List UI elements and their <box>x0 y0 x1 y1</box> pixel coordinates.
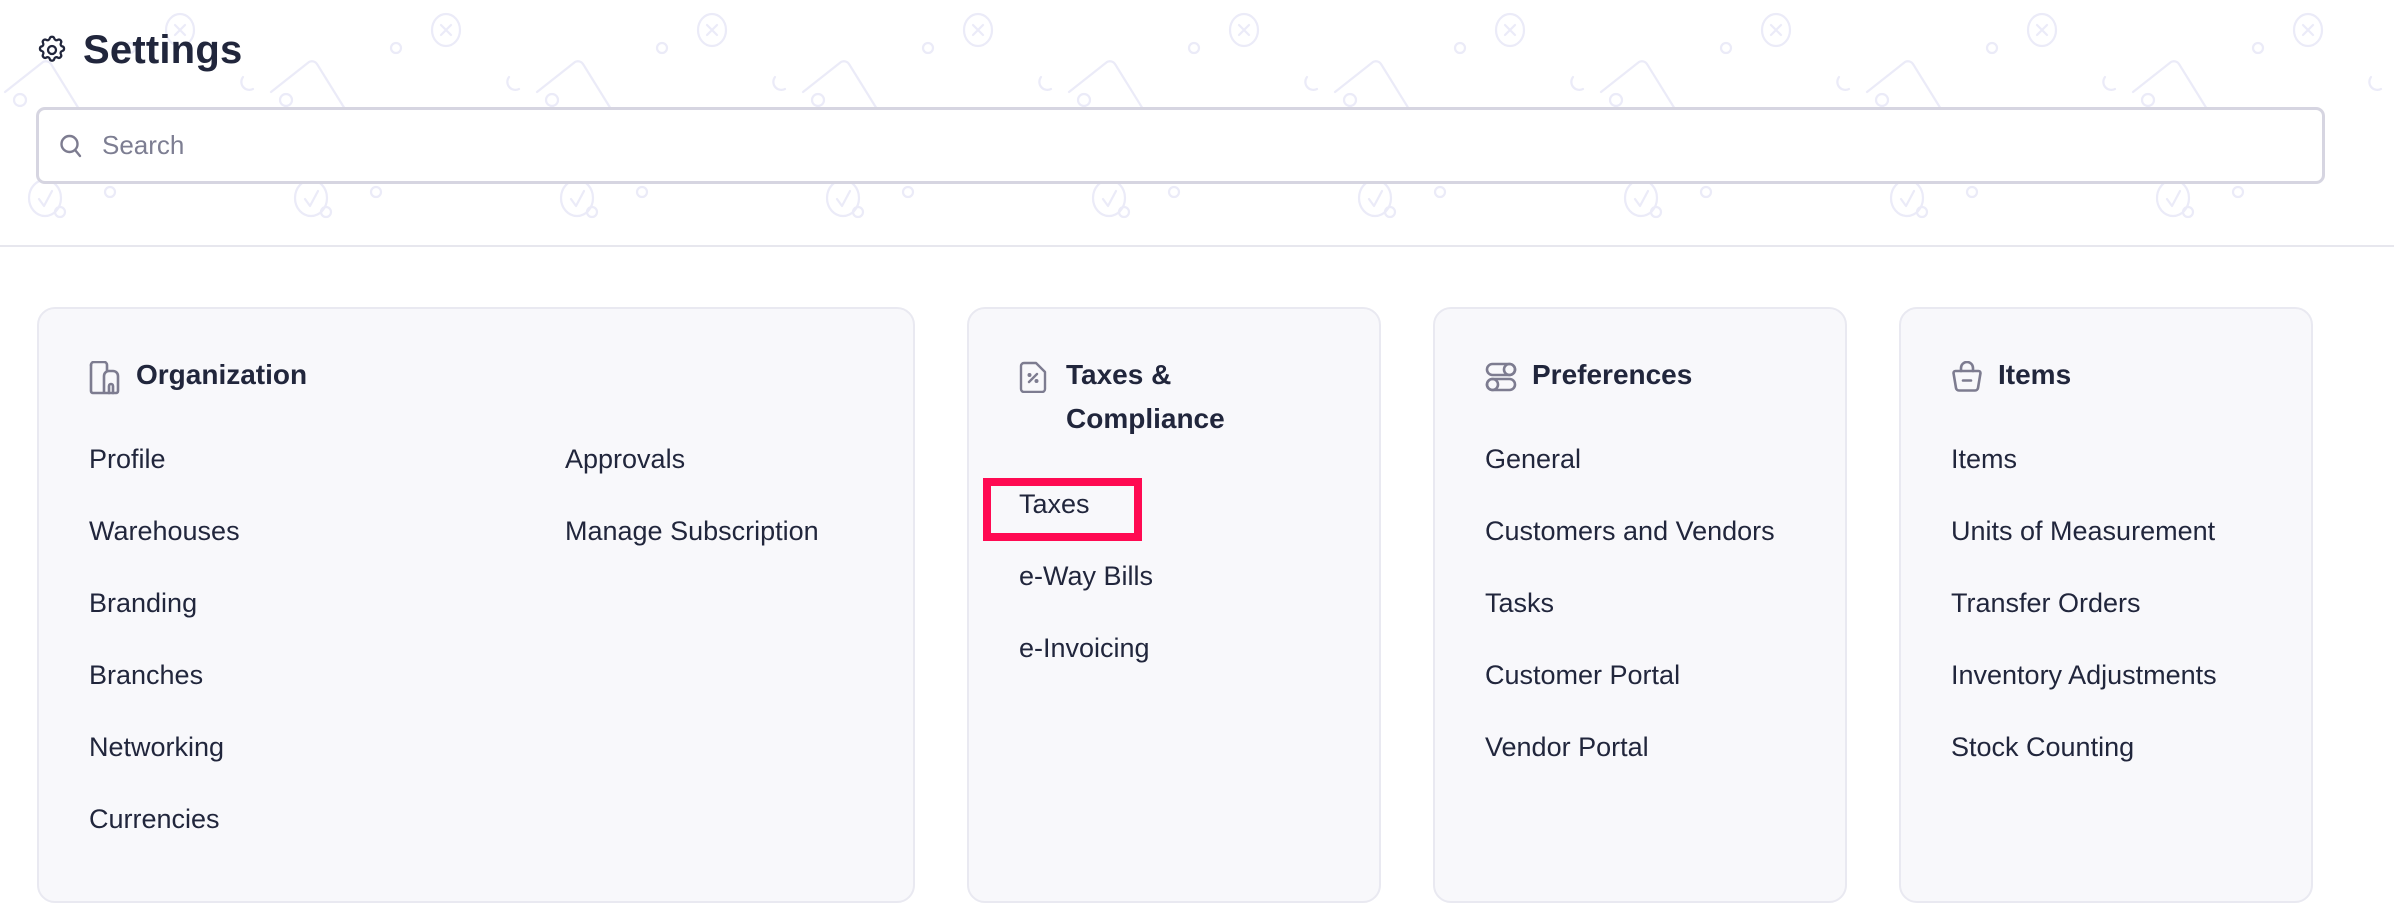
link-branches[interactable]: Branches <box>89 657 240 729</box>
card-title: Items <box>1998 359 2072 390</box>
link-e-invoicing[interactable]: e-Invoicing <box>1019 630 1153 702</box>
link-warehouses[interactable]: Warehouses <box>89 513 240 585</box>
card-title: Taxes & Compliance <box>1066 359 1225 434</box>
card-header: Organization <box>89 359 307 397</box>
link-customers-and-vendors[interactable]: Customers and Vendors <box>1485 513 1775 585</box>
link-branding[interactable]: Branding <box>89 585 240 657</box>
link-customer-portal[interactable]: Customer Portal <box>1485 657 1775 729</box>
link-manage-subscription[interactable]: Manage Subscription <box>565 513 819 585</box>
card-items: Items Items Units of Measurement Transfe… <box>1899 307 2313 903</box>
link-taxes[interactable]: Taxes <box>1019 486 1153 558</box>
link-stock-counting[interactable]: Stock Counting <box>1951 729 2217 801</box>
search-icon <box>59 133 83 159</box>
card-organization: Organization Profile Warehouses Branding… <box>37 307 915 903</box>
settings-header: Settings <box>0 0 2394 247</box>
building-icon <box>89 361 121 395</box>
organization-links-col-1: Profile Warehouses Branding Branches Net… <box>89 441 240 873</box>
link-general[interactable]: General <box>1485 441 1775 513</box>
basket-icon <box>1951 361 1983 395</box>
link-approvals[interactable]: Approvals <box>565 441 819 513</box>
link-units-of-measurement[interactable]: Units of Measurement <box>1951 513 2217 585</box>
card-title: Organization <box>136 359 308 390</box>
organization-links-col-2: Approvals Manage Subscription <box>565 441 819 585</box>
tax-document-icon <box>1019 361 1051 395</box>
toggles-icon <box>1485 361 1517 395</box>
link-items[interactable]: Items <box>1951 441 2217 513</box>
card-taxes-compliance: Taxes & Compliance Taxes e-Way Bills e-I… <box>967 307 1381 903</box>
page-title-row: Settings <box>36 28 242 72</box>
card-header: Taxes & Compliance <box>1019 359 1225 441</box>
taxes-links: Taxes e-Way Bills e-Invoicing <box>1019 486 1153 702</box>
link-transfer-orders[interactable]: Transfer Orders <box>1951 585 2217 657</box>
link-networking[interactable]: Networking <box>89 729 240 801</box>
card-header: Preferences <box>1485 359 1692 397</box>
gear-icon <box>36 34 68 66</box>
link-vendor-portal[interactable]: Vendor Portal <box>1485 729 1775 801</box>
preferences-links: General Customers and Vendors Tasks Cust… <box>1485 441 1775 801</box>
link-tasks[interactable]: Tasks <box>1485 585 1775 657</box>
link-inventory-adjustments[interactable]: Inventory Adjustments <box>1951 657 2217 729</box>
items-links: Items Units of Measurement Transfer Orde… <box>1951 441 2217 801</box>
search-input[interactable] <box>102 115 2252 176</box>
search-box[interactable] <box>36 107 2325 184</box>
card-preferences: Preferences General Customers and Vendor… <box>1433 307 1847 903</box>
card-header: Items <box>1951 359 2071 397</box>
card-title: Preferences <box>1532 359 1693 390</box>
link-e-way-bills[interactable]: e-Way Bills <box>1019 558 1153 630</box>
page-title: Settings <box>83 28 243 72</box>
link-profile[interactable]: Profile <box>89 441 240 513</box>
link-currencies[interactable]: Currencies <box>89 801 240 873</box>
